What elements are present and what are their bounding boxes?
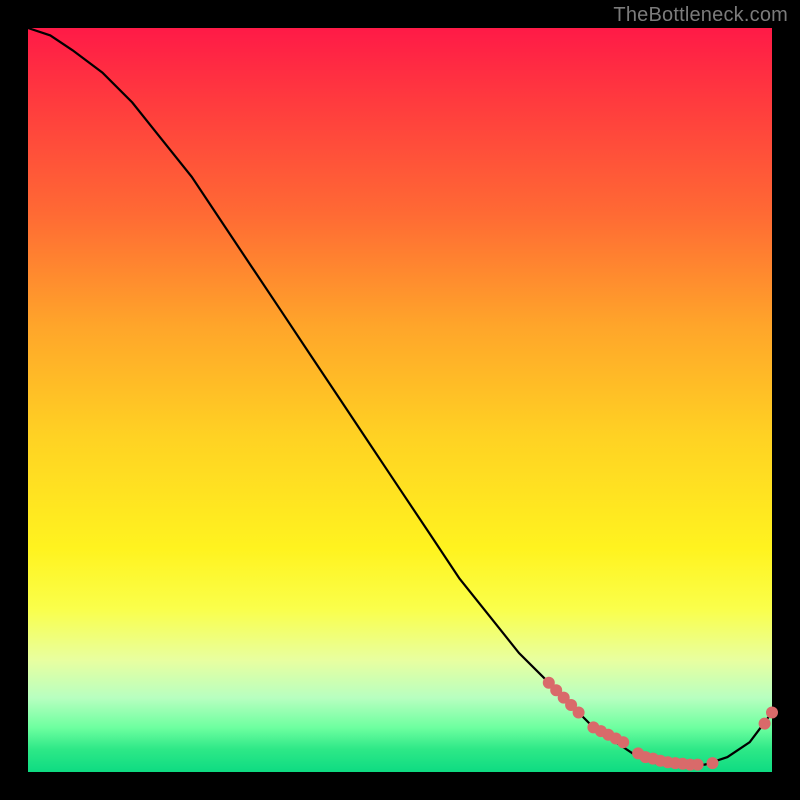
watermark-text: TheBottleneck.com [613,4,788,27]
data-point [766,707,778,719]
data-point [707,757,719,769]
data-point [692,759,704,771]
data-point [617,736,629,748]
curve-path [28,28,772,765]
marker-group [543,677,778,771]
data-point [759,718,771,730]
chart-stage: TheBottleneck.com [0,0,800,800]
chart-svg [28,28,772,772]
data-point [573,707,585,719]
plot-area [28,28,772,772]
